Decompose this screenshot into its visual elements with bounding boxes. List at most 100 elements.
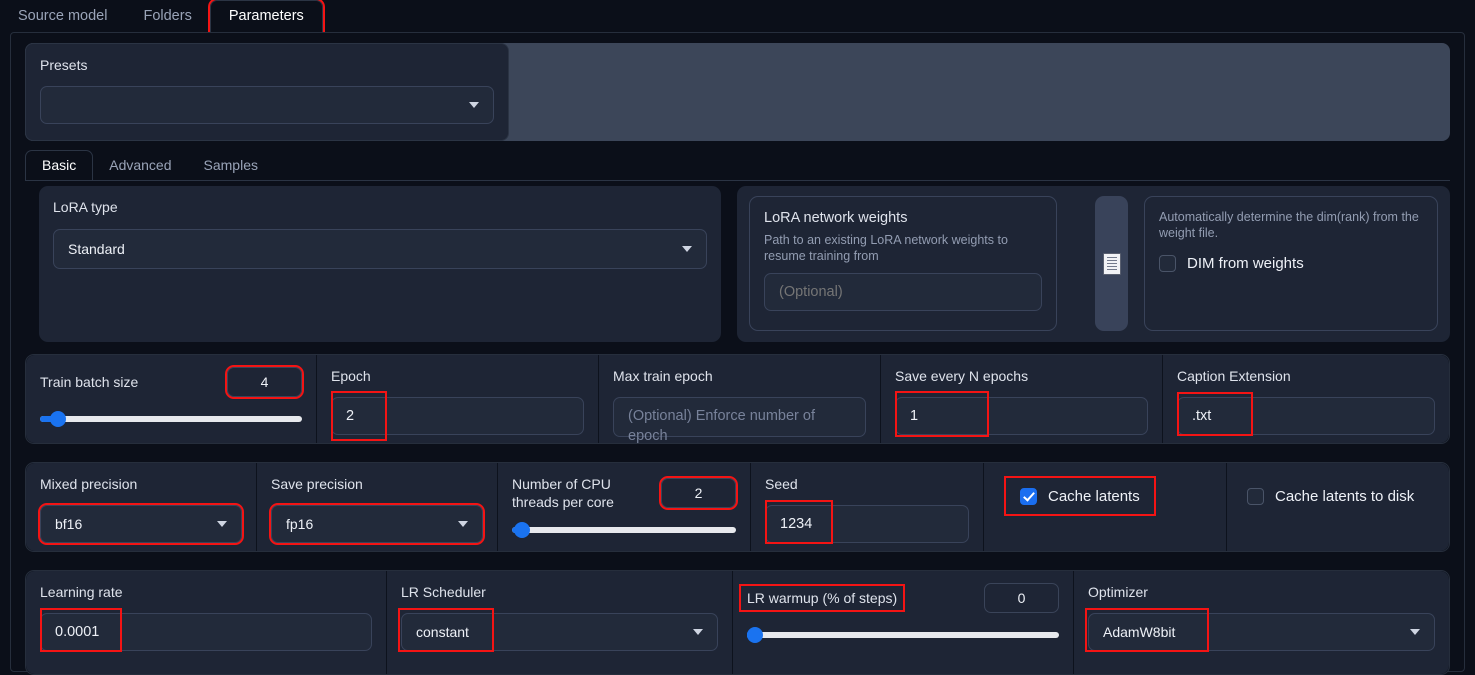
save-every-n-epochs-input[interactable]: 1	[895, 391, 1148, 437]
presets-dropdown[interactable]	[40, 86, 494, 124]
tab-samples[interactable]: Samples	[188, 151, 274, 181]
lora-network-weights-input[interactable]	[764, 273, 1042, 311]
tab-basic[interactable]: Basic	[25, 150, 94, 181]
train-batch-size-label: Train batch size	[40, 374, 139, 390]
document-icon	[1102, 252, 1121, 275]
train-batch-size-value[interactable]: 4	[225, 365, 304, 399]
train-batch-size-slider[interactable]	[40, 411, 302, 427]
mixed-precision-dropdown[interactable]: bf16	[38, 503, 244, 545]
dim-from-weights-card: Automatically determine the dim(rank) fr…	[1144, 196, 1438, 331]
caption-extension-group: Caption Extension .txt	[1163, 355, 1449, 443]
lora-type-dropdown[interactable]: Standard	[53, 229, 707, 269]
cache-latents-to-disk-group: Cache latents to disk	[1227, 463, 1449, 551]
cpu-threads-group: Number of CPU threads per core 2	[498, 463, 750, 551]
chevron-down-icon	[1410, 629, 1420, 635]
max-train-epoch-input[interactable]: (Optional) Enforce number of epoch	[613, 397, 866, 443]
lora-network-weights-card: LoRA network weights Path to an existing…	[749, 196, 1057, 331]
optimizer-dropdown[interactable]: AdamW8bit	[1085, 608, 1435, 652]
optimizer-value: AdamW8bit	[1103, 624, 1176, 640]
save-precision-group: Save precision fp16	[257, 463, 497, 551]
save-precision-label: Save precision	[271, 476, 363, 492]
learning-rate-row: Learning rate 0.0001 LR Scheduler consta…	[25, 570, 1450, 675]
learning-rate-label: Learning rate	[40, 584, 123, 600]
sub-tab-strip: Basic Advanced Samples	[25, 150, 1450, 181]
cache-latents-checkbox[interactable]	[1020, 487, 1037, 505]
learning-rate-group: Learning rate 0.0001	[26, 571, 386, 674]
cache-latents-to-disk-checkbox[interactable]	[1247, 487, 1264, 505]
lr-scheduler-label: LR Scheduler	[401, 584, 486, 600]
seed-group: Seed 1234	[751, 463, 983, 551]
slider-knob[interactable]	[747, 627, 763, 643]
tab-source-model-label: Source model	[18, 8, 108, 24]
tab-parameters[interactable]: Parameters	[207, 0, 325, 35]
mixed-precision-value: bf16	[55, 516, 83, 532]
slider-knob[interactable]	[50, 411, 67, 427]
mixed-precision-group: Mixed precision bf16	[26, 463, 256, 551]
dim-from-weights-description: Automatically determine the dim(rank) fr…	[1159, 210, 1419, 240]
dim-from-weights-checkbox[interactable]	[1159, 255, 1176, 272]
tab-folders[interactable]: Folders	[125, 1, 209, 33]
presets-label: Presets	[40, 57, 88, 73]
dim-from-weights-row[interactable]: DIM from weights	[1159, 255, 1423, 272]
cache-latents-row[interactable]: Cache latents	[1004, 476, 1156, 516]
training-basics-row: Train batch size 4 Epoch 2 Max train epo…	[25, 354, 1450, 444]
seed-input[interactable]: 1234	[765, 500, 969, 544]
tab-samples-label: Samples	[203, 157, 258, 173]
dim-from-weights-label: DIM from weights	[1187, 255, 1304, 272]
tab-basic-label: Basic	[42, 157, 77, 173]
cpu-threads-label: Number of CPU threads per core	[512, 476, 614, 510]
max-train-epoch-placeholder: (Optional) Enforce number of epoch	[628, 408, 815, 443]
lr-scheduler-group: LR Scheduler constant	[387, 571, 732, 674]
chevron-down-icon	[217, 521, 227, 527]
slider-knob[interactable]	[514, 522, 531, 538]
chevron-down-icon	[682, 246, 692, 252]
max-train-epoch-label: Max train epoch	[613, 368, 713, 384]
epoch-input[interactable]: 2	[331, 391, 584, 441]
seed-value: 1234	[780, 516, 813, 532]
tab-folders-label: Folders	[143, 8, 192, 24]
tab-source-model[interactable]: Source model	[0, 1, 125, 33]
slider-track	[512, 527, 736, 533]
save-precision-dropdown[interactable]: fp16	[269, 503, 485, 545]
cache-latents-group: Cache latents	[984, 463, 1226, 551]
optimizer-label: Optimizer	[1088, 584, 1148, 600]
epoch-group: Epoch 2	[317, 355, 598, 443]
lr-warmup-slider[interactable]	[747, 627, 1059, 643]
tab-advanced-label: Advanced	[109, 157, 172, 173]
epoch-label: Epoch	[331, 368, 371, 384]
tab-advanced[interactable]: Advanced	[93, 151, 187, 181]
lora-type-label: LoRA type	[53, 199, 118, 215]
cpu-threads-value[interactable]: 2	[659, 476, 738, 510]
lr-scheduler-value: constant	[416, 624, 469, 640]
browse-file-button[interactable]	[1095, 196, 1128, 331]
train-batch-size-group: Train batch size 4	[26, 355, 316, 443]
slider-track	[747, 632, 1059, 638]
mixed-precision-label: Mixed precision	[40, 476, 138, 492]
chevron-down-icon	[693, 629, 703, 635]
cache-latents-to-disk-label: Cache latents to disk	[1275, 487, 1415, 505]
epoch-value: 2	[346, 408, 355, 424]
learning-rate-value: 0.0001	[55, 624, 100, 640]
chevron-down-icon	[458, 521, 468, 527]
top-tab-strip: Source model Folders Parameters	[0, 0, 1475, 35]
caption-extension-input[interactable]: .txt	[1177, 392, 1435, 436]
precision-row: Mixed precision bf16 Save precision fp16…	[25, 462, 1450, 552]
epoch-highlight	[331, 391, 387, 441]
lr-warmup-group: LR warmup (% of steps) 0	[733, 571, 1073, 674]
max-train-epoch-group: Max train epoch (Optional) Enforce numbe…	[599, 355, 880, 443]
save-every-n-epochs-value: 1	[910, 408, 919, 424]
lora-network-weights-description: Path to an existing LoRA network weights…	[764, 233, 1008, 263]
sub-tab-divider	[25, 180, 1450, 181]
lr-warmup-label: LR warmup (% of steps)	[738, 584, 906, 612]
save-precision-value: fp16	[286, 516, 314, 532]
lora-type-value: Standard	[68, 241, 125, 257]
cache-latents-to-disk-row[interactable]: Cache latents to disk	[1241, 478, 1435, 514]
lr-scheduler-dropdown[interactable]: constant	[398, 608, 718, 652]
caption-extension-value: .txt	[1192, 408, 1212, 424]
learning-rate-input[interactable]: 0.0001	[40, 608, 372, 652]
optimizer-group: Optimizer AdamW8bit	[1074, 571, 1449, 674]
lr-warmup-value[interactable]: 0	[984, 583, 1059, 613]
cpu-threads-slider[interactable]	[512, 522, 736, 538]
caption-extension-label: Caption Extension	[1177, 368, 1291, 384]
lora-row: LoRA type Standard LoRA network weights …	[25, 186, 1450, 342]
